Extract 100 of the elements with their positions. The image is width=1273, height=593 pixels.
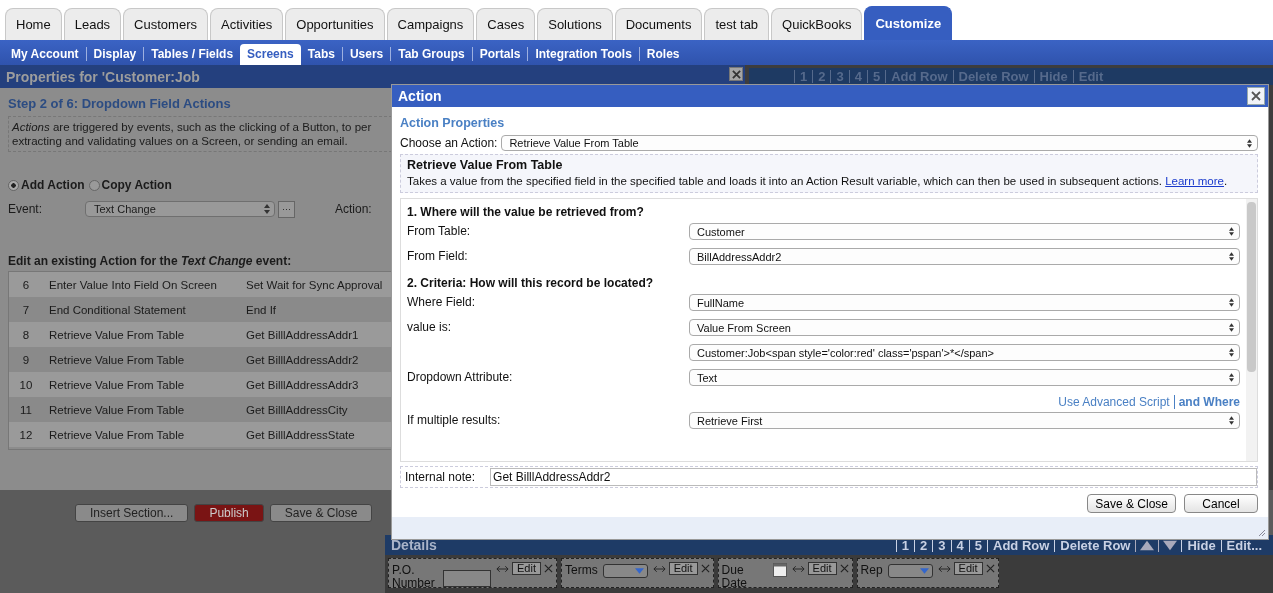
sub-nav-link[interactable]: Display — [85, 47, 144, 61]
table-cell-text: Retrieve Value From Table — [48, 428, 186, 441]
sub-nav-link[interactable]: My Account — [4, 47, 86, 61]
dropdown[interactable] — [602, 564, 648, 578]
table-cell: Set Wait for Sync Approval — [246, 278, 383, 291]
panel-title: Properties for 'Customer:Job — [6, 68, 200, 85]
sub-nav-link[interactable]: Screens — [240, 44, 301, 65]
updown-icon — [1229, 227, 1234, 236]
field-label: value is: — [407, 320, 452, 334]
field-label: Due Date — [721, 564, 748, 590]
table-cell-text: 6 — [21, 278, 31, 291]
field-label: Choose an Action: — [400, 136, 498, 150]
table-cell: Get BilllAddressAddr1 — [246, 328, 359, 341]
radio-button[interactable] — [8, 179, 19, 191]
resize-icon[interactable] — [496, 564, 509, 573]
table-cell: Get BilllAddressCity — [246, 403, 348, 416]
nav-tab[interactable]: Solutions — [537, 8, 613, 40]
field-label: From Field: — [407, 249, 468, 263]
close-icon[interactable] — [839, 564, 849, 573]
table-cell: End If — [246, 303, 277, 316]
nav-tab[interactable]: Customers — [123, 8, 208, 40]
dropdown[interactable]: Text — [689, 369, 1240, 386]
sub-nav-link[interactable]: Users — [341, 47, 391, 61]
radio-button[interactable] — [88, 179, 100, 191]
resize-icon[interactable] — [937, 564, 951, 573]
nav-tab[interactable]: Cases — [476, 8, 536, 40]
updown-icon — [264, 204, 270, 214]
table-cell-text: 7 — [21, 303, 31, 316]
radio-option[interactable]: Copy Action — [88, 178, 172, 192]
panel-button[interactable]: Publish — [194, 503, 264, 522]
dropdown[interactable]: Customer:Job<span style='color:red' class='pspan'>*</span> — [689, 344, 1240, 361]
action-select[interactable]: Retrieve Value From Table — [501, 135, 1258, 151]
resize-grip-icon[interactable] — [1258, 529, 1266, 537]
sub-nav-link[interactable]: Tab Groups — [390, 47, 472, 61]
input-field[interactable] — [443, 570, 491, 587]
field-label: Internal note: — [405, 470, 476, 484]
dialog-button[interactable]: Cancel — [1184, 494, 1258, 513]
caret-icon — [919, 568, 929, 574]
edit-button[interactable]: Edit — [807, 562, 837, 575]
edit-button[interactable]: Edit — [668, 562, 698, 575]
calendar-icon[interactable] — [772, 563, 787, 577]
edit-button[interactable]: Edit — [512, 562, 541, 575]
close-icon[interactable] — [543, 564, 553, 573]
dropdown[interactable]: FullName — [689, 294, 1240, 311]
nav-tab[interactable]: Customize — [864, 6, 953, 40]
resize-icon[interactable] — [652, 564, 666, 573]
dropdown[interactable]: Retrieve First — [689, 412, 1240, 429]
nav-tab[interactable]: test tab — [704, 8, 770, 40]
dropdown[interactable]: Value From Screen — [689, 319, 1240, 336]
sub-nav-link[interactable]: Roles — [638, 47, 687, 61]
field-label: Dropdown Attribute: — [407, 370, 513, 384]
note-field[interactable]: Get BilllAddressAddr2 — [490, 468, 1257, 486]
resize-icon[interactable] — [791, 564, 805, 573]
table-cell-text: 10 — [18, 378, 34, 391]
scrollbar[interactable] — [1246, 199, 1257, 461]
table-cell-text: Retrieve Value From Table — [48, 403, 186, 416]
section-title: Details — [391, 537, 437, 553]
text-link[interactable]: and Where — [1173, 395, 1240, 409]
updown-icon — [1229, 323, 1234, 332]
table-cell: Get BilllAddressState — [246, 428, 355, 441]
dialog-button[interactable]: Save & Close — [1087, 494, 1176, 513]
nav-tab[interactable]: Campaigns — [386, 8, 475, 40]
dropdown[interactable] — [887, 564, 933, 578]
table-cell-text: Retrieve Value From Table — [48, 328, 186, 341]
field-label: If multiple results: — [407, 413, 501, 427]
edit-button[interactable]: Edit — [953, 562, 983, 575]
form-heading: 2. Criteria: How will this record be located? — [407, 274, 655, 292]
info-title: Retrieve Value From Table — [407, 158, 564, 172]
nav-tab[interactable]: Leads — [63, 8, 122, 40]
section-title: Action Properties — [400, 116, 506, 130]
updown-icon — [1247, 138, 1252, 148]
close-icon — [1251, 91, 1261, 101]
radio-option[interactable]: Add Action — [8, 178, 85, 192]
panel-button[interactable]: Save & Close — [269, 503, 373, 522]
action-label: Action: — [335, 202, 372, 216]
nav-tab[interactable]: Activities — [209, 8, 284, 40]
close-icon[interactable] — [985, 564, 995, 573]
close-button[interactable] — [729, 67, 743, 81]
text-link[interactable]: Use Advanced Script — [1058, 395, 1170, 409]
table-cell: Get BilllAddressAddr3 — [246, 378, 359, 391]
dropdown[interactable]: Customer — [689, 223, 1240, 240]
dropdown[interactable]: BillAddressAddr2 — [689, 248, 1240, 265]
nav-tab[interactable]: QuickBooks — [771, 8, 863, 40]
dialog-title: Action — [398, 88, 442, 104]
nav-tab[interactable]: Home — [5, 8, 62, 40]
close-button[interactable] — [1247, 87, 1265, 105]
nav-tab[interactable]: Documents — [614, 8, 703, 40]
more-button[interactable]: ··· — [278, 200, 295, 218]
sub-nav-link[interactable]: Integration Tools — [527, 47, 639, 61]
nav-tab[interactable]: Opportunities — [285, 8, 385, 40]
table-cell-text: 9 — [21, 353, 31, 366]
panel-button[interactable]: Insert Section... — [75, 503, 189, 522]
table-cell-text: 8 — [21, 328, 31, 341]
sub-nav-link[interactable]: Tabs — [300, 47, 342, 61]
event-select[interactable]: Text Change — [85, 201, 275, 217]
learn-more-link[interactable]: Learn more — [1165, 175, 1224, 187]
close-icon[interactable] — [700, 564, 710, 573]
description-text: extracting and validating values on a Screen, or sending an email. — [12, 134, 348, 148]
field-label: P.O. Number — [392, 564, 436, 590]
sub-nav-link[interactable]: Portals — [471, 47, 528, 61]
